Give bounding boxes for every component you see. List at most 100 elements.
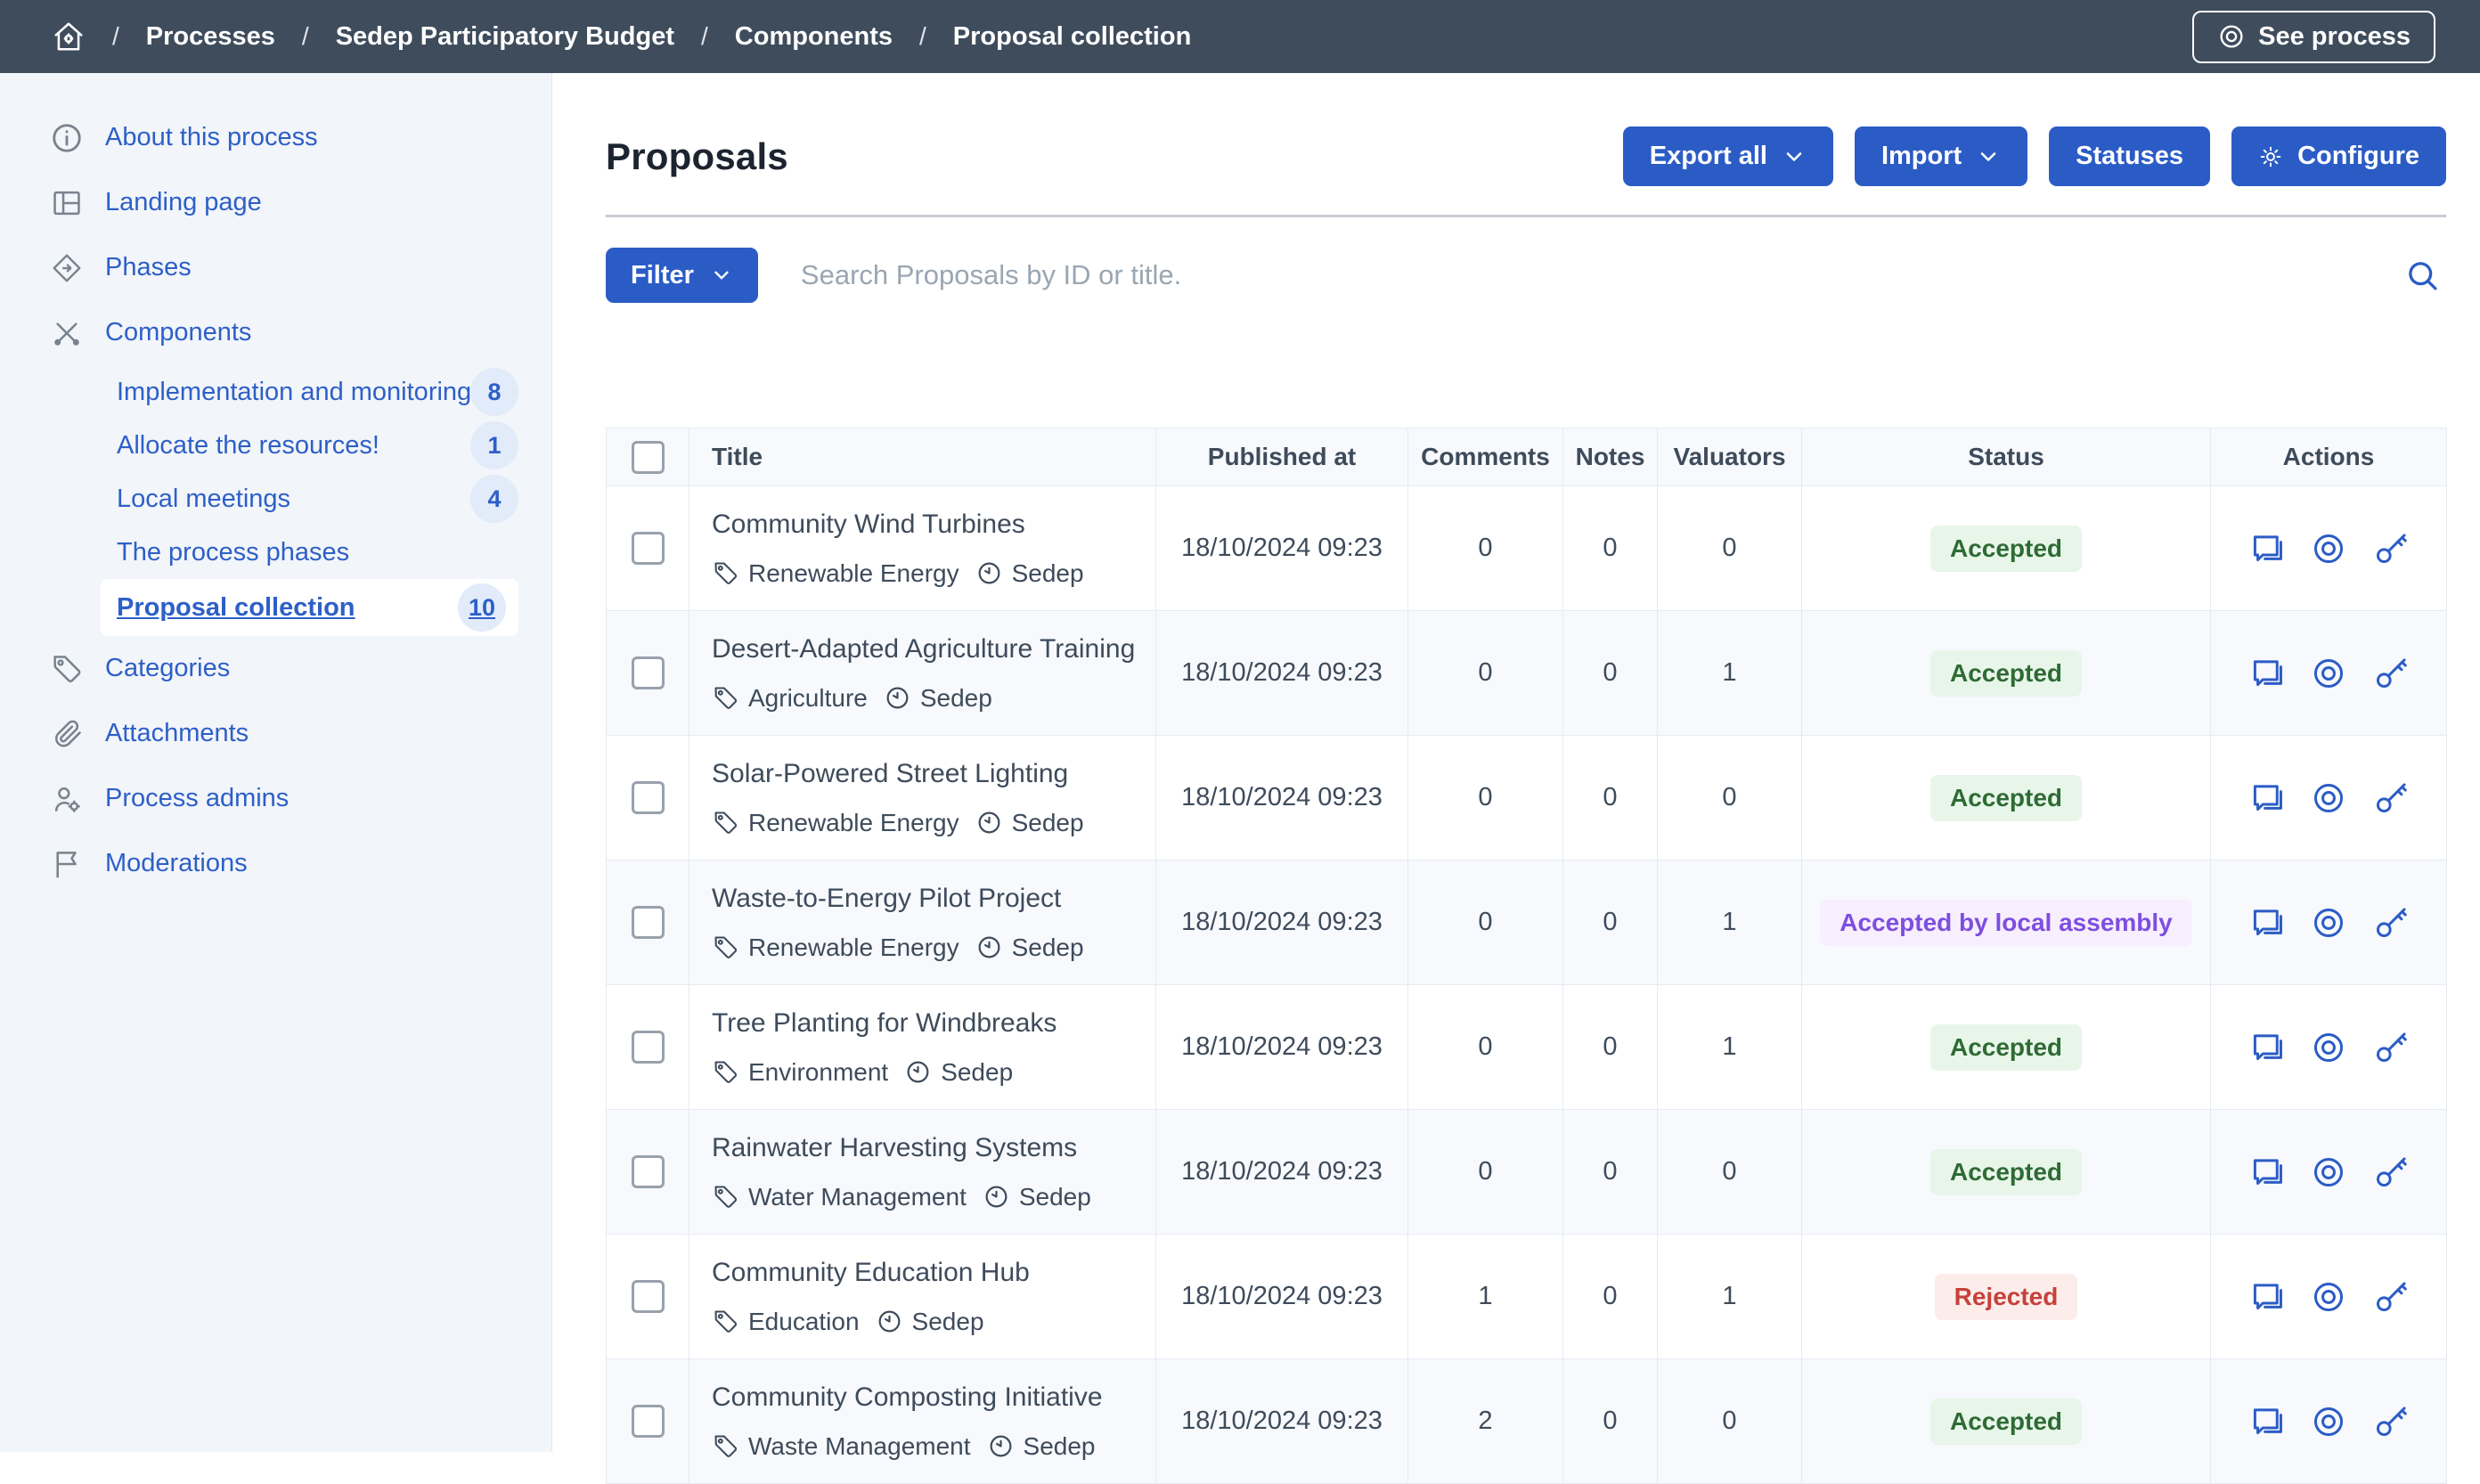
proposal-title-link[interactable]: Community Education Hub xyxy=(712,1258,1030,1288)
key-action-button[interactable] xyxy=(2372,1403,2410,1440)
comment-action-button[interactable] xyxy=(2248,1029,2285,1066)
see-process-button[interactable]: See process xyxy=(2192,11,2435,63)
comment-action-button[interactable] xyxy=(2248,779,2285,817)
breadcrumb-item[interactable]: Components xyxy=(735,22,893,52)
notes-cell: 0 xyxy=(1563,1359,1658,1484)
status-badge: Accepted xyxy=(1930,526,2082,572)
sidebar-item-landing-page[interactable]: Landing page xyxy=(0,170,551,235)
published-at-cell: 18/10/2024 09:23 xyxy=(1156,1110,1408,1235)
table-row: Solar-Powered Street LightingRenewable E… xyxy=(607,736,2447,860)
sidebar-item-local-meetings[interactable]: Local meetings 4 xyxy=(0,472,551,526)
proposal-meta: Renewable EnergySedep xyxy=(712,559,1155,588)
scope-label: Sedep xyxy=(1012,934,1084,962)
components-icon xyxy=(50,316,84,350)
key-action-button[interactable] xyxy=(2372,1029,2410,1066)
notes-cell: 0 xyxy=(1563,1110,1658,1235)
proposal-title-link[interactable]: Desert-Adapted Agriculture Training xyxy=(712,634,1135,665)
notes-cell: 0 xyxy=(1563,860,1658,985)
key-action-button[interactable] xyxy=(2372,655,2410,692)
proposal-title-link[interactable]: Community Wind Turbines xyxy=(712,510,1025,540)
sidebar-item-about-this-process[interactable]: About this process xyxy=(0,105,551,170)
configure-button[interactable]: Configure xyxy=(2231,126,2446,186)
sidebar-count-badge: 10 xyxy=(458,583,506,632)
preview-action-button[interactable] xyxy=(2310,1278,2347,1316)
export-all-button[interactable]: Export all xyxy=(1623,126,1833,186)
column-header-status: Status xyxy=(1802,428,2211,486)
preview-action-button[interactable] xyxy=(2310,1403,2347,1440)
sidebar-item-allocate-the-resources-[interactable]: Allocate the resources!1 xyxy=(0,419,551,472)
sidebar-item-categories[interactable]: Categories xyxy=(0,636,551,701)
sidebar-item-process-admins[interactable]: Process admins xyxy=(0,766,551,831)
breadcrumb-item[interactable]: Proposal collection xyxy=(953,22,1192,52)
sidebar-count-badge: 8 xyxy=(470,368,518,416)
search-input[interactable] xyxy=(758,259,2398,291)
filter-button[interactable]: Filter xyxy=(606,248,758,303)
page-title: Proposals xyxy=(606,135,788,178)
comment-action-button[interactable] xyxy=(2248,1154,2285,1191)
key-action-button[interactable] xyxy=(2372,1154,2410,1191)
row-select-cell xyxy=(607,486,689,611)
row-checkbox[interactable] xyxy=(632,656,665,689)
column-header-published-at: Published at xyxy=(1156,428,1408,486)
actions-cell xyxy=(2211,860,2447,985)
row-checkbox[interactable] xyxy=(632,1280,665,1313)
sidebar-item-implementation-and-monitoring[interactable]: Implementation and monitoring8 xyxy=(0,365,551,419)
comment-action-button[interactable] xyxy=(2248,904,2285,942)
breadcrumb-item[interactable]: Processes xyxy=(146,22,275,52)
import-button[interactable]: Import xyxy=(1855,126,2027,186)
row-checkbox[interactable] xyxy=(632,532,665,565)
breadcrumb-item[interactable]: Sedep Participatory Budget xyxy=(336,22,674,52)
sidebar-count-badge: 1 xyxy=(470,421,518,469)
comment-icon xyxy=(2248,779,2285,817)
preview-action-button[interactable] xyxy=(2310,1029,2347,1066)
preview-action-button[interactable] xyxy=(2310,1154,2347,1191)
sidebar-item-proposal-collection[interactable]: Proposal collection10 xyxy=(101,579,518,636)
sidebar-item-components[interactable]: Components xyxy=(0,300,551,365)
row-checkbox[interactable] xyxy=(632,906,665,939)
sidebar-count-badge: 4 xyxy=(470,475,518,523)
proposal-title-link[interactable]: Solar-Powered Street Lighting xyxy=(712,759,1068,789)
row-checkbox[interactable] xyxy=(632,781,665,814)
select-all-checkbox[interactable] xyxy=(632,441,665,474)
home-icon[interactable] xyxy=(52,20,86,53)
key-action-button[interactable] xyxy=(2372,530,2410,567)
sidebar-item-label: Attachments xyxy=(105,719,249,748)
key-action-button[interactable] xyxy=(2372,1278,2410,1316)
sidebar-item-attachments[interactable]: Attachments xyxy=(0,701,551,766)
actions-cell xyxy=(2211,736,2447,860)
column-header-comments: Comments xyxy=(1408,428,1563,486)
comment-action-button[interactable] xyxy=(2248,530,2285,567)
comment-action-button[interactable] xyxy=(2248,655,2285,692)
preview-action-button[interactable] xyxy=(2310,904,2347,942)
row-select-cell xyxy=(607,736,689,860)
sidebar-item-the-process-phases[interactable]: The process phases xyxy=(0,526,551,579)
key-action-button[interactable] xyxy=(2372,904,2410,942)
comments-cell: 2 xyxy=(1408,1359,1563,1484)
comment-action-button[interactable] xyxy=(2248,1403,2285,1440)
sidebar-item-label: Process admins xyxy=(105,784,289,813)
button-label: Statuses xyxy=(2076,142,2183,171)
search-button[interactable] xyxy=(2398,257,2446,294)
status-cell: Accepted by local assembly xyxy=(1802,860,2211,985)
proposal-title-link[interactable]: Rainwater Harvesting Systems xyxy=(712,1133,1077,1163)
proposal-title-link[interactable]: Waste-to-Energy Pilot Project xyxy=(712,884,1061,914)
proposal-title-link[interactable]: Tree Planting for Windbreaks xyxy=(712,1008,1056,1039)
sidebar-item-moderations[interactable]: Moderations xyxy=(0,831,551,896)
table-row: Desert-Adapted Agriculture TrainingAgric… xyxy=(607,611,2447,736)
preview-action-button[interactable] xyxy=(2310,779,2347,817)
title-cell: Community Composting InitiativeWaste Man… xyxy=(689,1359,1156,1484)
preview-action-button[interactable] xyxy=(2310,655,2347,692)
table-row: Community Wind Turbines Renewable EnergyS… xyxy=(607,486,2447,611)
row-checkbox[interactable] xyxy=(632,1031,665,1064)
proposal-title-link[interactable]: Community Composting Initiative xyxy=(712,1382,1103,1413)
row-checkbox[interactable] xyxy=(632,1155,665,1188)
comment-action-button[interactable] xyxy=(2248,1278,2285,1316)
statuses-button[interactable]: Statuses xyxy=(2049,126,2210,186)
button-label: Import xyxy=(1881,142,1962,171)
key-action-button[interactable] xyxy=(2372,779,2410,817)
preview-action-button[interactable] xyxy=(2310,530,2347,567)
sidebar-item-phases[interactable]: Phases xyxy=(0,235,551,300)
preview-icon xyxy=(2310,904,2347,942)
sidebar-item-label: Local meetings xyxy=(117,485,290,514)
row-checkbox[interactable] xyxy=(632,1405,665,1438)
